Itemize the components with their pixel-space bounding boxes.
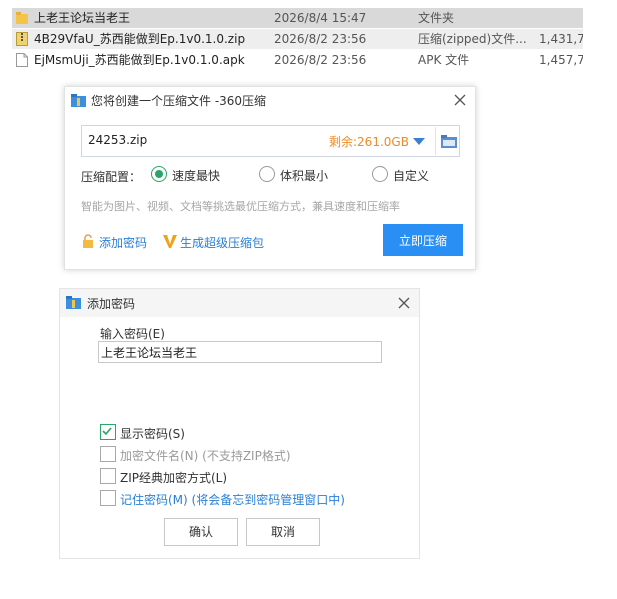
zip-file-icon (16, 32, 28, 46)
file-type: 压缩(zipped)文件... (418, 32, 527, 46)
file-name: 4B29VfaU_苏西能做到Ep.1v0.1.0.zip (34, 32, 246, 46)
super-zip-icon (163, 235, 177, 248)
archive-app-icon (71, 94, 86, 107)
radio-label: 速度最快 (172, 169, 221, 183)
close-icon[interactable] (450, 90, 470, 110)
space-remaining: 剩余:261.0GB (329, 135, 409, 149)
file-row-apk[interactable]: EjMsmUji_苏西能做到Ep.1v0.1.0.apk 2026/8/2 23… (12, 50, 583, 70)
checkbox-label: 显示密码(S) (120, 427, 185, 441)
folder-icon (441, 135, 457, 148)
archive-app-icon (66, 296, 81, 309)
compress-hint: 智能为图片、视频、文档等挑选最优压缩方式，兼具速度和压缩率 (81, 200, 400, 213)
radio-label: 自定义 (393, 169, 430, 183)
lock-icon (83, 234, 93, 248)
checkbox-box (100, 446, 116, 462)
file-type: APK 文件 (418, 53, 470, 67)
file-date: 2026/8/2 23:56 (274, 53, 367, 67)
radio-dot (372, 166, 388, 182)
checkbox-box (100, 468, 116, 484)
checkbox-box (100, 424, 116, 440)
browse-folder-button[interactable] (435, 127, 460, 155)
confirm-button[interactable]: 确认 (164, 518, 238, 546)
checkbox-label: 记住密码(M) (将会备忘到密码管理窗口中) (120, 493, 345, 507)
archive-filename: 24253.zip (88, 133, 148, 147)
checkbox-box (100, 490, 116, 506)
file-icon (16, 53, 28, 67)
add-password-dialog: 添加密码 输入密码(E) 显示密码(S) 加密文件名(N) (不支持ZIP格式)… (59, 288, 420, 559)
password-dialog-title: 添加密码 (87, 297, 136, 311)
file-type: 文件夹 (418, 11, 455, 25)
checkbox-label: 加密文件名(N) (不支持ZIP格式) (120, 449, 291, 463)
compress-dialog: 您将创建一个压缩文件 -360压缩 24253.zip 剩余:261.0GB 压… (64, 86, 476, 270)
file-name: 上老王论坛当老王 (34, 11, 131, 25)
radio-dot (259, 166, 275, 182)
file-list: 上老王论坛当老王 2026/8/4 15:47 文件夹 4B29VfaU_苏西能… (12, 8, 583, 72)
chevron-down-icon[interactable] (412, 134, 426, 148)
add-password-label: 添加密码 (99, 236, 148, 250)
password-dialog-titlebar: 添加密码 (60, 289, 419, 317)
file-date: 2026/8/4 15:47 (274, 11, 367, 25)
close-icon[interactable] (394, 293, 414, 313)
radio-dot (151, 166, 167, 182)
file-row-zip[interactable]: 4B29VfaU_苏西能做到Ep.1v0.1.0.zip 2026/8/2 23… (12, 29, 583, 49)
compress-config-label: 压缩配置： (81, 170, 142, 184)
file-size: 1,431,7 (539, 32, 583, 46)
file-size: 1,457,7 (539, 53, 583, 67)
super-zip-label: 生成超级压缩包 (180, 236, 265, 250)
file-date: 2026/8/2 23:56 (274, 32, 367, 46)
checkbox-label: ZIP经典加密方式(L) (120, 471, 228, 485)
compress-now-button[interactable]: 立即压缩 (383, 224, 463, 256)
password-input[interactable] (98, 341, 382, 363)
compress-dialog-title: 您将创建一个压缩文件 -360压缩 (91, 94, 267, 108)
file-row-folder[interactable]: 上老王论坛当老王 2026/8/4 15:47 文件夹 (12, 8, 583, 28)
password-input-label: 输入密码(E) (100, 327, 165, 341)
radio-label: 体积最小 (280, 169, 329, 183)
archive-path-field[interactable]: 24253.zip 剩余:261.0GB (81, 125, 460, 157)
cancel-button[interactable]: 取消 (246, 518, 320, 546)
folder-icon (16, 12, 28, 24)
file-name: EjMsmUji_苏西能做到Ep.1v0.1.0.apk (34, 53, 245, 67)
check-icon (102, 427, 112, 436)
